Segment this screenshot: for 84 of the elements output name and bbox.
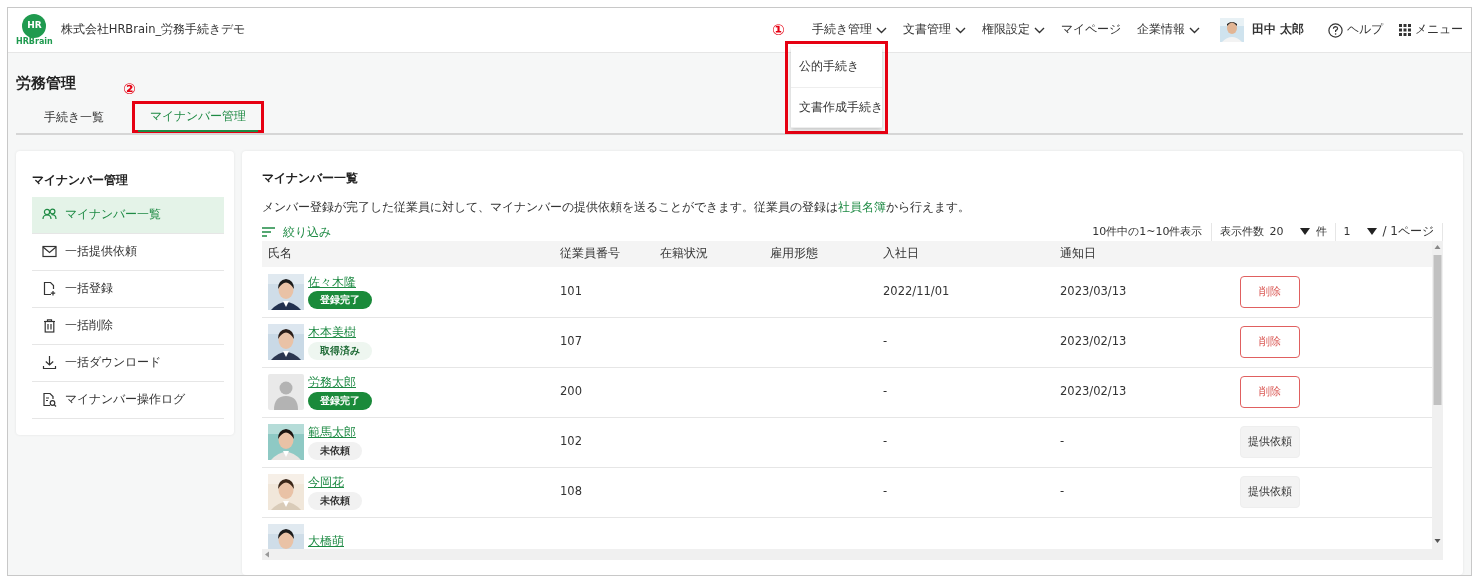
panel-title: マイナンバー一覧 xyxy=(262,169,359,187)
column-header: 通知日 xyxy=(1060,246,1096,261)
nav-menu[interactable]: 企業情報 xyxy=(1133,21,1204,39)
column-header: 氏名 xyxy=(268,246,292,261)
employee-name[interactable]: 今岡花 xyxy=(308,474,344,492)
nav-menu[interactable]: マイページ xyxy=(1057,21,1125,39)
table-cell: 108 xyxy=(560,484,582,499)
annotation-number: ② xyxy=(123,81,136,97)
table-cell: 2022/11/01 xyxy=(883,284,950,299)
status-badge: 登録完了 xyxy=(308,391,372,410)
status-badge: 登録完了 xyxy=(308,291,372,310)
file-add-icon xyxy=(42,281,57,297)
avatar-placeholder xyxy=(268,374,304,410)
link[interactable]: 社員名簿 xyxy=(838,199,886,214)
result-count: 10件中の1~10件表示 xyxy=(1092,223,1204,240)
column-header: 従業員番号 xyxy=(560,246,620,261)
dropdown-item[interactable]: 文書作成手続き xyxy=(791,87,882,128)
status-badge: 取得済み xyxy=(308,341,372,360)
table-cell: - xyxy=(883,334,888,349)
nav-menu[interactable]: 権限設定 xyxy=(978,21,1049,39)
dropdown-item[interactable]: 公的手続き xyxy=(791,47,882,88)
page-select[interactable]: 1 xyxy=(1343,224,1377,240)
table-cell: - xyxy=(883,484,888,499)
user-name[interactable]: 田中 太郎 xyxy=(1252,21,1304,39)
caret-icon xyxy=(1299,228,1310,236)
sidebar-item[interactable]: 一括登録 xyxy=(32,270,224,308)
table-cell: 107 xyxy=(560,334,582,349)
table-cell: - xyxy=(1060,434,1065,449)
page-total: / 1ページ xyxy=(1382,224,1434,240)
vertical-scrollbar[interactable] xyxy=(1432,241,1443,549)
delete-button[interactable]: 削除 xyxy=(1240,326,1300,358)
sidebar-item[interactable]: 一括提供依頼 xyxy=(32,233,224,271)
sidebar-item[interactable]: 一括削除 xyxy=(32,307,224,345)
caret-icon xyxy=(1366,228,1377,236)
horizontal-scrollbar[interactable] xyxy=(262,549,1443,560)
delete-button[interactable]: 削除 xyxy=(1240,275,1300,308)
table-cell: 101 xyxy=(560,284,582,299)
employee-name[interactable]: 労務太郎 xyxy=(308,374,356,392)
help-icon xyxy=(1328,22,1343,38)
column-header: 雇用形態 xyxy=(770,246,818,261)
table-cell: 2023/03/13 xyxy=(1060,284,1127,299)
download-icon xyxy=(42,355,57,371)
table-cell: - xyxy=(1060,484,1065,499)
file-search-icon xyxy=(42,392,57,408)
logo-wordmark: HRBrain xyxy=(16,38,53,46)
status-badge: 未依頼 xyxy=(308,491,362,510)
employee-name[interactable]: 範馬太郎 xyxy=(308,424,356,442)
sidebar-title: マイナンバー管理 xyxy=(32,171,129,189)
logo-mark: HR xyxy=(22,14,47,38)
table-cell: 200 xyxy=(560,384,582,399)
table-cell: 2023/02/13 xyxy=(1060,384,1127,399)
filter-button[interactable]: 絞り込み xyxy=(262,223,331,241)
delete-button[interactable]: 削除 xyxy=(1240,376,1300,408)
filter-icon xyxy=(262,227,275,238)
status-badge: 未依頼 xyxy=(308,441,362,460)
employee-name[interactable]: 大橋萌 xyxy=(308,533,344,549)
per-page-label: 表示件数 xyxy=(1219,224,1264,240)
table-cell: 102 xyxy=(560,434,582,449)
company-name: 株式会社HRBrain_労務手続きデモ xyxy=(60,21,246,39)
mail-icon xyxy=(42,244,57,260)
request-button[interactable]: 提供依頼 xyxy=(1240,476,1300,508)
trash-icon xyxy=(42,318,57,334)
grid-icon xyxy=(1399,24,1411,36)
request-button[interactable]: 提供依頼 xyxy=(1240,426,1300,458)
app-menu[interactable]: メニュー xyxy=(1399,21,1463,39)
description: メンバー登録が完了した従業員に対して、マイナンバーの提供依頼を送ることができます。従業員の登録は社員名簿から行えます。 xyxy=(262,198,971,216)
sidebar-item[interactable]: マイナンバー操作ログ xyxy=(32,381,224,419)
tab[interactable]: 手続き一覧 xyxy=(32,108,116,133)
employee-name[interactable]: 佐々木隆 xyxy=(308,274,356,292)
per-page-unit: 件 xyxy=(1315,224,1327,240)
sidebar-item[interactable]: 一括ダウンロード xyxy=(32,344,224,382)
column-header: 在籍状況 xyxy=(660,246,708,261)
tab[interactable]: マイナンバー管理 xyxy=(138,107,258,132)
column-header: 入社日 xyxy=(883,246,919,261)
page-title: 労務管理 xyxy=(16,74,76,93)
nav-menu[interactable]: 文書管理 xyxy=(899,21,970,39)
table-cell: 2023/02/13 xyxy=(1060,334,1127,349)
per-page-select[interactable]: 20 xyxy=(1269,224,1310,240)
annotation-number: ① xyxy=(772,23,785,39)
employee-name[interactable]: 木本美樹 xyxy=(308,324,356,342)
help-link[interactable]: ヘルプ xyxy=(1328,21,1383,39)
table-cell: - xyxy=(883,384,888,399)
table-cell: - xyxy=(883,434,888,449)
sidebar-item[interactable]: マイナンバー一覧 xyxy=(32,196,224,234)
